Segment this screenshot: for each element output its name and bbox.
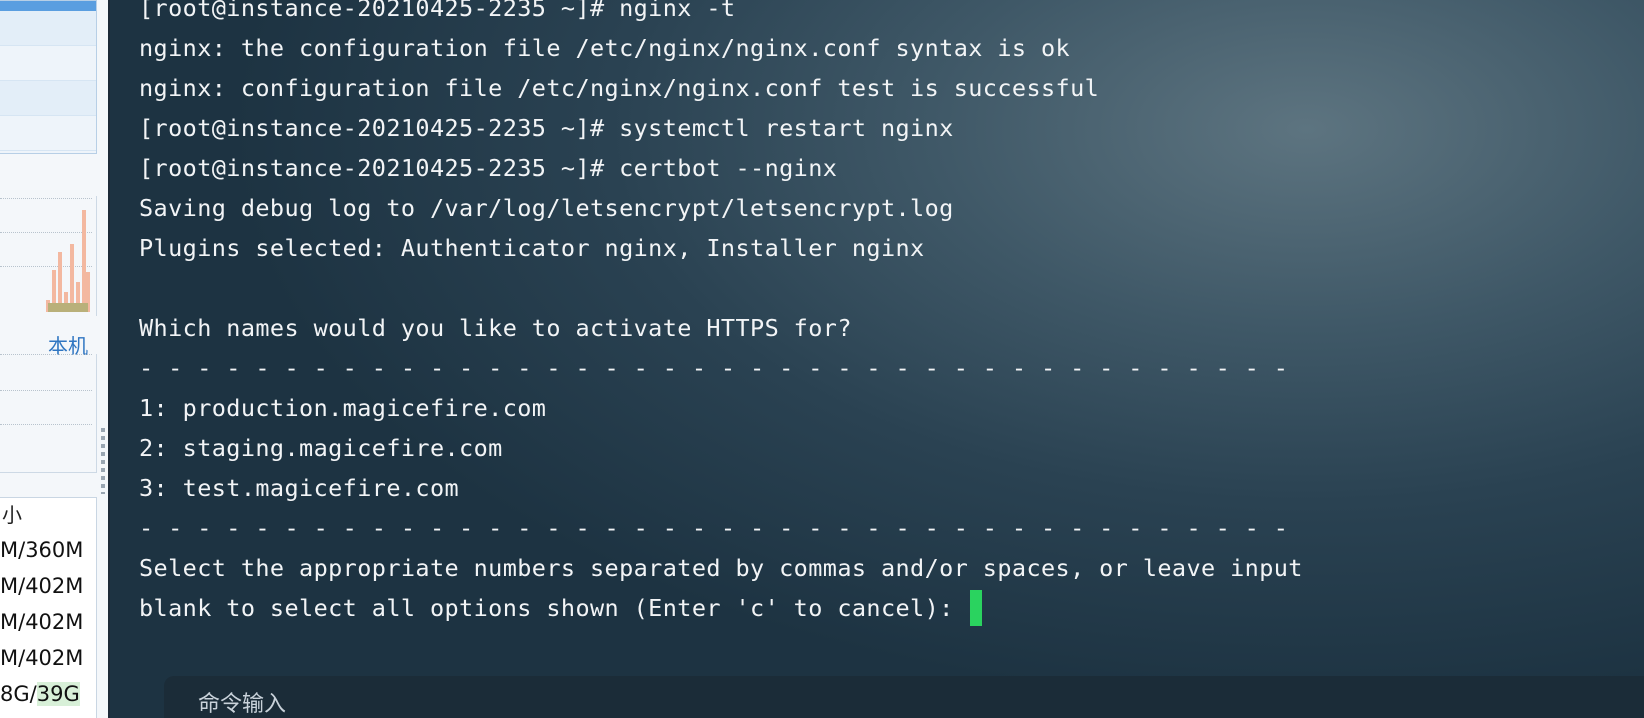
terminal-separator: - - - - - - - - - - - - - - - - - - - - … [139,514,1289,542]
terminal-line: [root@instance-20210425-2235 ~]# systemc… [139,114,954,142]
terminal-separator: - - - - - - - - - - - - - - - - - - - - … [139,354,1289,382]
server-monitor-sidebar: 本机 小 M/360M M/402M M/402M M/402M 8G/39G [0,0,108,718]
terminal-output: [root@instance-20210425-2235 ~]# nginx -… [139,0,1303,628]
command-input-label: 命令输入 [198,692,287,717]
traffic-baseline-bar [48,303,88,312]
terminal-prompt-line[interactable]: blank to select all options shown (Enter… [139,588,1303,628]
command-input-bar[interactable]: 命令输入 [164,676,1644,718]
panel-resize-grip[interactable] [101,428,105,494]
size-row: M/360M [0,538,84,562]
server-list-row[interactable] [0,81,96,116]
disk-used: 8G/ [0,682,37,706]
size-row: M/402M [0,646,84,670]
server-list-row[interactable] [0,11,96,46]
terminal-line: 3: test.magicefire.com [139,474,460,502]
terminal-window[interactable]: [root@instance-20210425-2235 ~]# nginx -… [110,0,1644,718]
terminal-line: Select the appropriate numbers separated… [139,554,1303,582]
gridline [0,198,92,199]
network-traffic-chart [0,196,97,316]
server-list-panel [0,0,97,154]
traffic-bar [70,244,74,312]
terminal-line: Which names would you like to activate H… [139,314,852,342]
disk-total: 39G [36,682,80,706]
terminal-line: nginx: configuration file /etc/nginx/ngi… [139,74,1100,102]
terminal-line: 1: production.magicefire.com [139,394,547,422]
selected-row-highlight[interactable] [0,1,96,11]
gridline [0,354,92,355]
gridline [0,232,92,233]
gridline [0,266,92,267]
text-cursor [970,589,983,626]
memory-disk-table: 小 M/360M M/402M M/402M M/402M 8G/39G [0,497,97,718]
terminal-line: [root@instance-20210425-2235 ~]# certbot… [139,154,838,182]
terminal-line: [root@instance-20210425-2235 ~]# nginx -… [139,0,736,22]
gridline [0,390,92,391]
disk-usage-row: 8G/39G [0,676,96,712]
gridline [0,424,92,425]
secondary-chart [0,354,97,473]
prompt-text: blank to select all options shown (Enter… [139,594,969,622]
terminal-line: Plugins selected: Authenticator nginx, I… [139,234,925,262]
terminal-line: 2: staging.magicefire.com [139,434,503,462]
server-list-row[interactable] [0,116,96,151]
size-row: M/402M [0,574,84,598]
terminal-line: Saving debug log to /var/log/letsencrypt… [139,194,954,222]
size-column-header: 小 [2,503,22,527]
server-list-row[interactable] [0,46,96,81]
size-row: M/402M [0,610,84,634]
terminal-line: nginx: the configuration file /etc/nginx… [139,34,1071,62]
